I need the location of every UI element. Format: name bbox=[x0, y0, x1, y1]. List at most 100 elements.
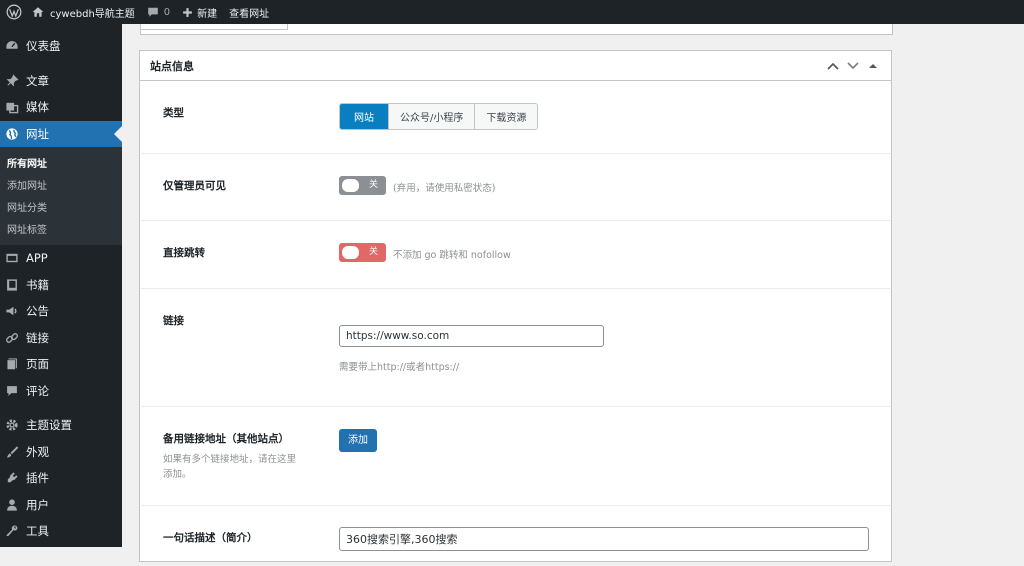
move-down-button[interactable] bbox=[843, 56, 863, 76]
type-option-official-account[interactable]: 公众号/小程序 bbox=[388, 104, 475, 129]
menu-label: 用户 bbox=[26, 497, 49, 512]
submenu-add-url[interactable]: 添加网址 bbox=[0, 173, 122, 195]
urls-submenu: 所有网址 添加网址 网址分类 网址标签 bbox=[0, 147, 122, 245]
menu-label: 公告 bbox=[26, 304, 49, 319]
menu-notices[interactable]: 公告 bbox=[0, 298, 122, 325]
dashboard-icon bbox=[5, 39, 19, 53]
menu-app[interactable]: APP bbox=[0, 245, 122, 272]
link-row: 链接 需要带上http://或者https:// bbox=[141, 289, 890, 407]
redirect-toggle[interactable]: 关 bbox=[339, 243, 386, 262]
link-icon bbox=[5, 331, 19, 345]
menu-label: 主题设置 bbox=[26, 418, 72, 433]
caret-up-icon bbox=[869, 63, 877, 69]
app-icon bbox=[5, 251, 19, 265]
new-content-link[interactable]: 新建 bbox=[176, 0, 223, 24]
metabox-controls bbox=[823, 51, 883, 80]
menu-media[interactable]: 媒体 bbox=[0, 94, 122, 121]
type-row: 类型 网站 公众号/小程序 下载资源 bbox=[141, 81, 890, 154]
redirect-note: 不添加 go 跳转和 nofollow bbox=[393, 250, 511, 261]
menu-pages[interactable]: 页面 bbox=[0, 351, 122, 378]
admin-only-toggle[interactable]: 关 bbox=[339, 176, 386, 195]
site-name-link[interactable]: cywebdh导航主题 bbox=[26, 0, 141, 24]
home-icon bbox=[32, 6, 44, 18]
admin-only-row: 仅管理员可见 关 (弃用，请使用私密状态) bbox=[141, 154, 890, 221]
menu-label: 文章 bbox=[26, 73, 49, 88]
redirect-label: 直接跳转 bbox=[163, 247, 205, 259]
menu-label: 页面 bbox=[26, 357, 49, 372]
menu-label: 工具 bbox=[26, 524, 49, 539]
admin-bar: cywebdh导航主题 0 新建 查看网址 bbox=[0, 0, 1024, 24]
view-url-link[interactable]: 查看网址 bbox=[223, 0, 275, 24]
menu-label: 插件 bbox=[26, 471, 49, 486]
view-label: 查看网址 bbox=[229, 8, 270, 20]
description-row: 一句话描述（简介） bbox=[141, 506, 890, 566]
menu-label: 书籍 bbox=[26, 277, 49, 292]
menu-posts[interactable]: 文章 bbox=[0, 68, 122, 95]
book-icon bbox=[5, 278, 19, 292]
page-icon bbox=[5, 357, 19, 371]
menu-dashboard[interactable]: 仪表盘 bbox=[0, 33, 122, 60]
toggle-knob bbox=[342, 246, 359, 259]
redirect-row: 直接跳转 关 不添加 go 跳转和 nofollow bbox=[141, 221, 890, 289]
submenu-url-tags[interactable]: 网址标签 bbox=[0, 217, 122, 239]
toggle-state: 关 bbox=[368, 180, 378, 190]
comment-bubble-icon bbox=[147, 6, 159, 18]
toggle-panel-button[interactable] bbox=[863, 56, 883, 76]
menu-links[interactable]: 链接 bbox=[0, 325, 122, 352]
pin-icon bbox=[5, 74, 19, 88]
plus-icon bbox=[182, 7, 193, 18]
metabox-title: 站点信息 bbox=[150, 59, 194, 73]
menu-comments[interactable]: 评论 bbox=[0, 378, 122, 405]
wordpress-logo-icon[interactable] bbox=[0, 0, 26, 24]
link-label: 链接 bbox=[163, 315, 184, 327]
link-input[interactable] bbox=[339, 325, 604, 347]
toggle-state: 关 bbox=[368, 247, 378, 257]
menu-theme-settings[interactable]: 主题设置 bbox=[0, 412, 122, 439]
backup-links-description: 如果有多个链接地址，请在这里添加。 bbox=[163, 454, 297, 480]
gear-icon bbox=[5, 418, 19, 432]
menu-users[interactable]: 用户 bbox=[0, 492, 122, 519]
backup-links-label: 备用链接地址（其他站点） bbox=[163, 433, 289, 445]
description-input[interactable] bbox=[339, 527, 869, 551]
wrench-icon bbox=[5, 524, 19, 538]
type-option-website[interactable]: 网站 bbox=[340, 104, 388, 129]
media-icon bbox=[5, 100, 19, 114]
site-info-metabox: 站点信息 类型 网站 公众号/小程序 下载资源 仅管理员可见 关 (弃用，请使用… bbox=[139, 50, 892, 562]
backup-links-row: 备用链接地址（其他站点） 如果有多个链接地址，请在这里添加。 添加 bbox=[141, 407, 890, 506]
menu-label: APP bbox=[26, 251, 48, 266]
submenu-all-urls[interactable]: 所有网址 bbox=[0, 151, 122, 173]
comment-icon bbox=[5, 384, 19, 398]
user-icon bbox=[5, 498, 19, 512]
type-segmented-control: 网站 公众号/小程序 下载资源 bbox=[339, 103, 539, 130]
link-hint: 需要带上http://或者https:// bbox=[339, 362, 460, 373]
type-option-download[interactable]: 下载资源 bbox=[474, 104, 538, 129]
add-backup-link-button[interactable]: 添加 bbox=[339, 429, 377, 452]
admin-sidebar: 仪表盘 文章 媒体 网址 所有网址 添加网址 网址分类 网址标签 APP 书籍 … bbox=[0, 24, 122, 547]
megaphone-icon bbox=[5, 304, 19, 318]
description-label: 一句话描述（简介） bbox=[163, 532, 258, 544]
menu-books[interactable]: 书籍 bbox=[0, 272, 122, 299]
menu-tools[interactable]: 工具 bbox=[0, 518, 122, 545]
comments-link[interactable]: 0 bbox=[141, 0, 176, 24]
menu-label: 仪表盘 bbox=[26, 39, 61, 54]
menu-appearance[interactable]: 外观 bbox=[0, 439, 122, 466]
menu-urls[interactable]: 网址 bbox=[0, 120, 122, 147]
menu-label: 外观 bbox=[26, 444, 49, 459]
previous-metabox-field bbox=[141, 24, 288, 30]
site-name: cywebdh导航主题 bbox=[50, 8, 135, 20]
move-up-button[interactable] bbox=[823, 56, 843, 76]
chevron-up-icon bbox=[827, 62, 839, 70]
menu-plugins[interactable]: 插件 bbox=[0, 465, 122, 492]
brush-icon bbox=[5, 445, 19, 459]
new-label: 新建 bbox=[197, 8, 218, 20]
comment-count: 0 bbox=[163, 6, 171, 18]
menu-label: 评论 bbox=[26, 383, 49, 398]
globe-icon bbox=[5, 127, 19, 141]
menu-label: 媒体 bbox=[26, 100, 49, 115]
submenu-url-categories[interactable]: 网址分类 bbox=[0, 195, 122, 217]
toggle-knob bbox=[342, 179, 359, 192]
menu-label: 网址 bbox=[26, 126, 49, 141]
admin-only-label: 仅管理员可见 bbox=[163, 180, 226, 192]
menu-label: 链接 bbox=[26, 330, 49, 345]
plugin-icon bbox=[5, 471, 19, 485]
